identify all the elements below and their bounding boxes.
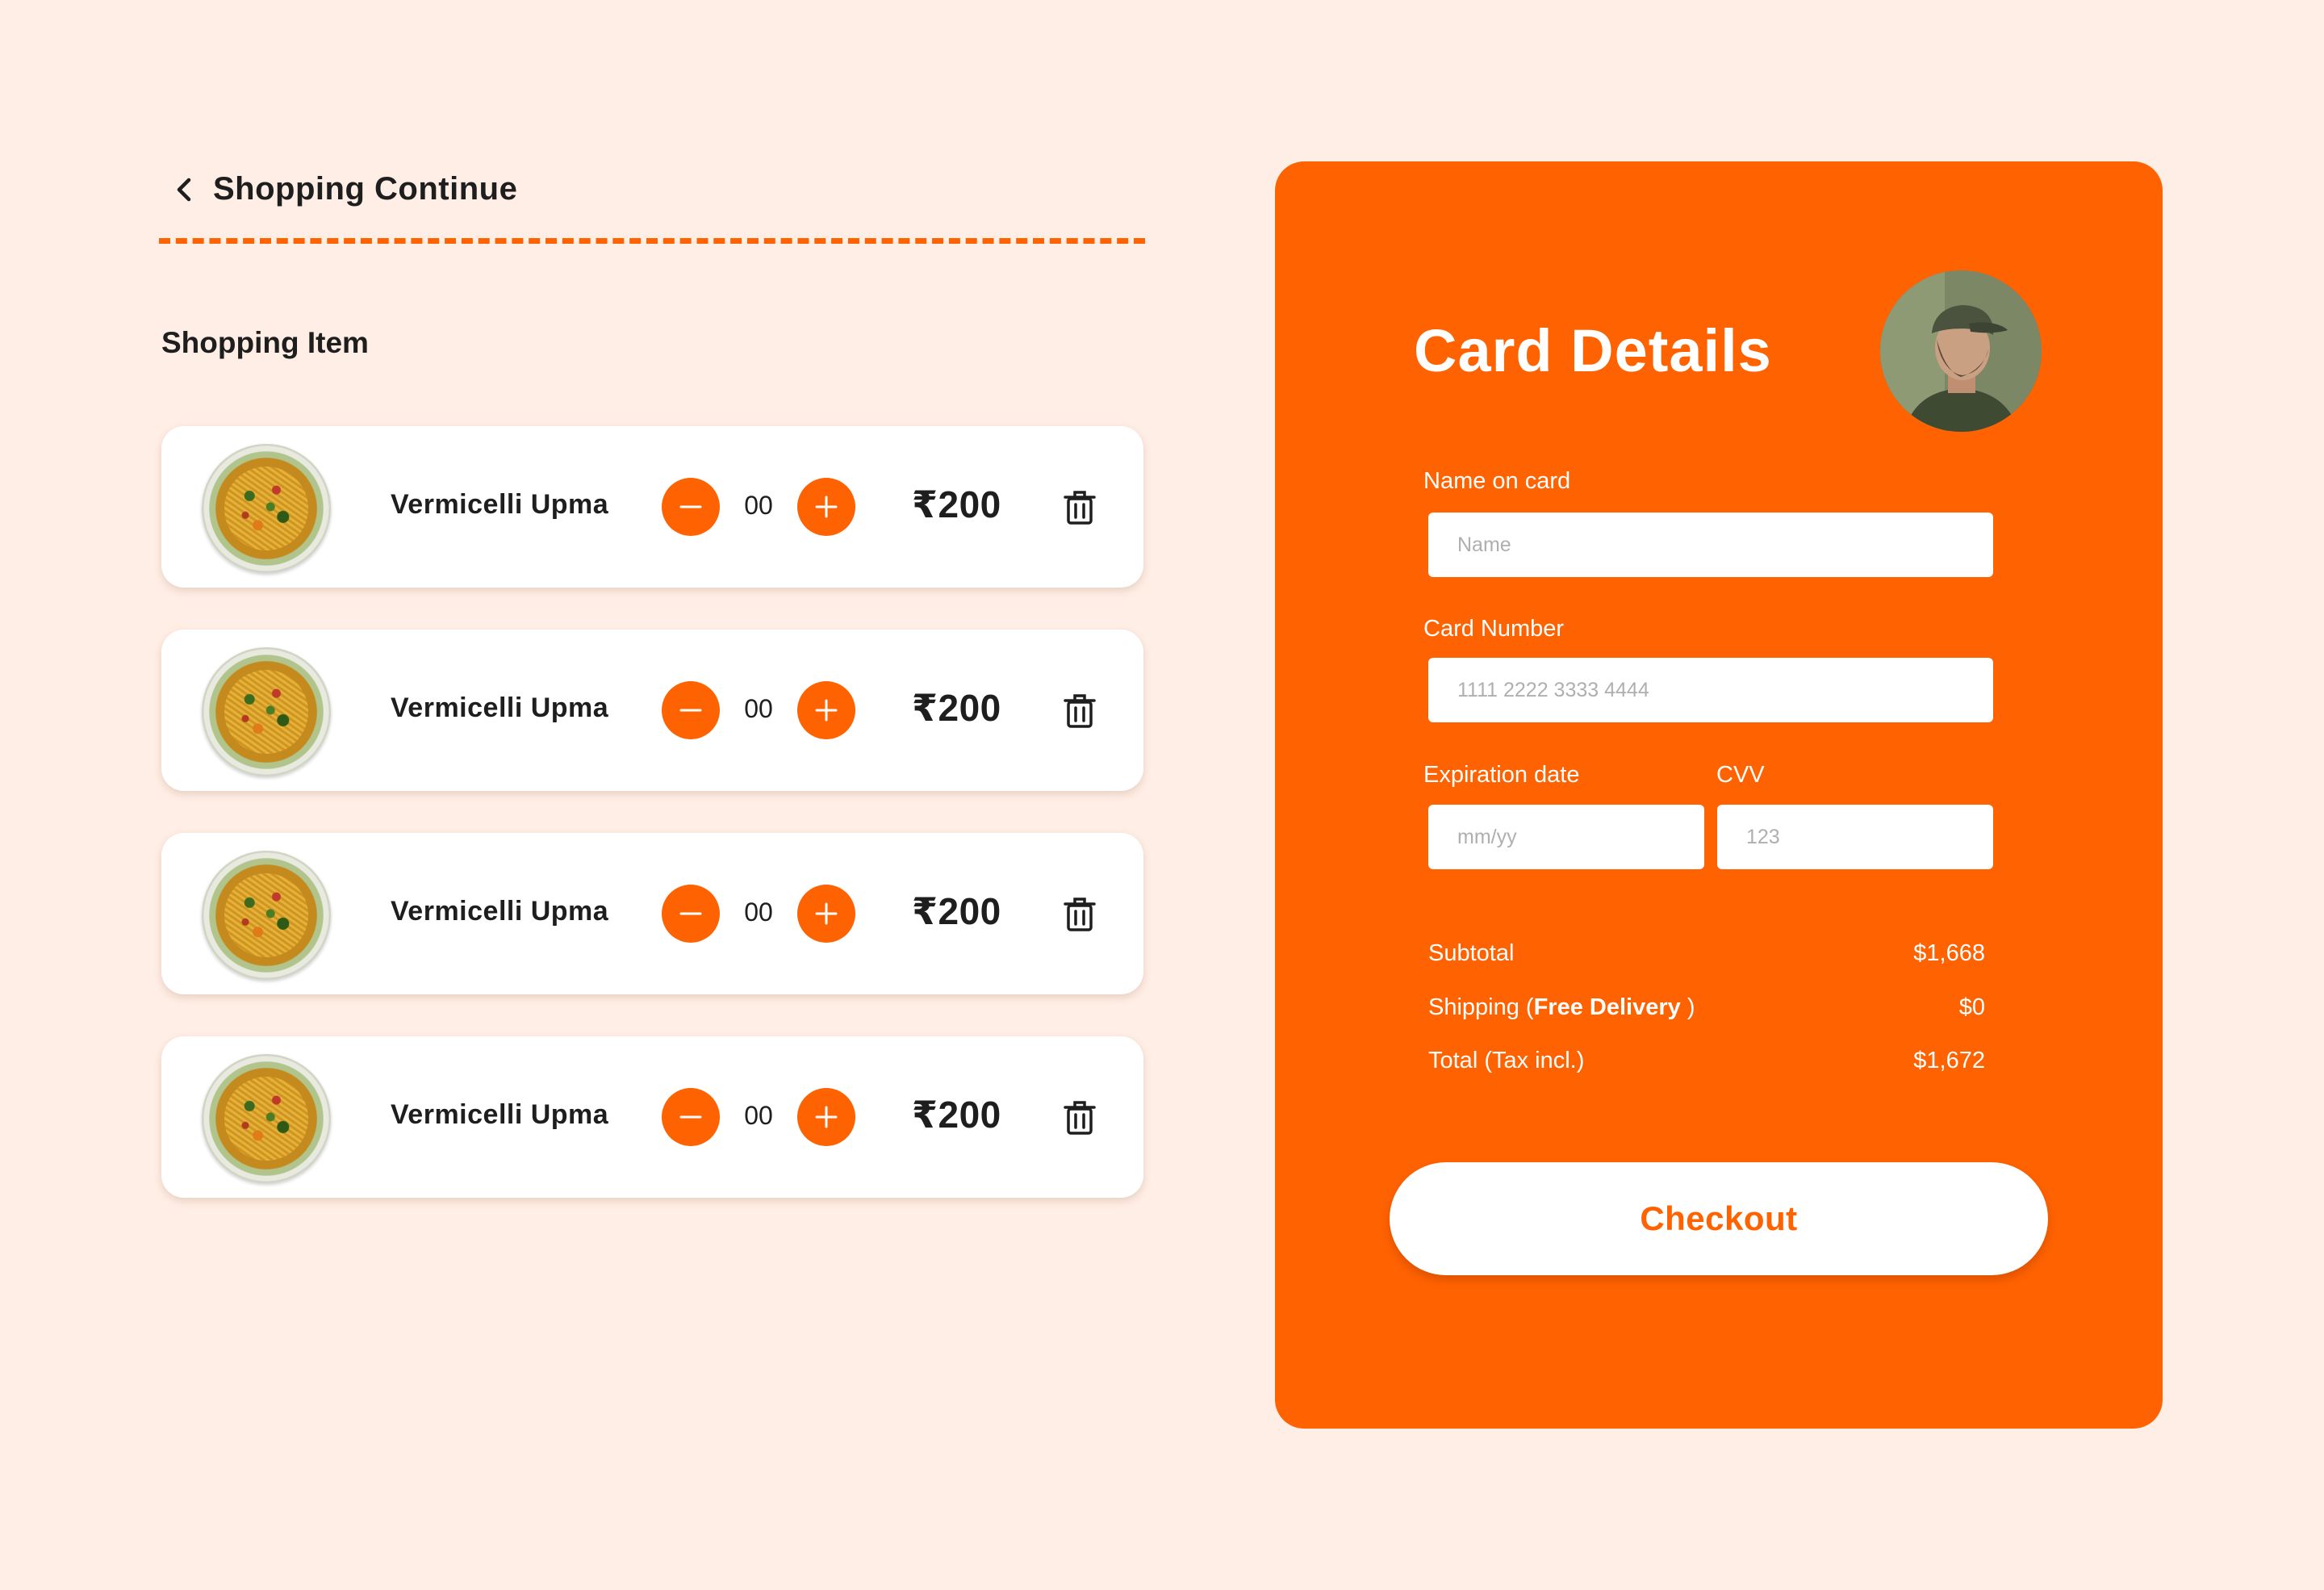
quantity-value: 00 <box>744 694 773 723</box>
shipping-value: $0 <box>1958 994 1985 1020</box>
section-title: Shopping Item <box>161 326 369 359</box>
back-link-label: Shopping Continue <box>213 171 518 207</box>
checkout-button[interactable]: Checkout <box>1390 1162 2048 1275</box>
item-price: ₹200 <box>912 687 1001 729</box>
increase-quantity-button[interactable] <box>797 885 855 943</box>
cart-item: Vermicelli Upma 00 ₹200 <box>161 426 1143 588</box>
card-details-title: Card Details <box>1414 317 1772 384</box>
total-row: Total (Tax incl.) $1,672 <box>1428 1048 1985 1074</box>
plus-icon <box>815 1106 838 1128</box>
quantity-value: 00 <box>744 491 773 520</box>
chevron-left-icon <box>177 178 191 201</box>
subtotal-label: Subtotal <box>1428 940 1515 966</box>
decrease-quantity-button[interactable] <box>662 1088 720 1146</box>
card-number-label: Card Number <box>1423 616 1565 642</box>
minus-icon <box>679 505 702 508</box>
decrease-quantity-button[interactable] <box>662 478 720 536</box>
shipping-row: Shipping (Free Delivery ) $0 <box>1428 994 1985 1021</box>
cvv-label: CVV <box>1716 762 1765 788</box>
plus-icon <box>815 902 838 925</box>
minus-icon <box>679 912 702 915</box>
card-number-input[interactable] <box>1428 658 1993 722</box>
item-price: ₹200 <box>912 1094 1001 1136</box>
item-price: ₹200 <box>912 483 1001 525</box>
dish-image <box>202 444 331 573</box>
divider <box>159 238 1145 244</box>
quantity-value: 00 <box>744 898 773 927</box>
trash-icon[interactable] <box>1064 896 1096 933</box>
avatar-photo <box>1880 270 2042 432</box>
plus-icon <box>815 496 838 518</box>
cvv-input[interactable] <box>1717 805 1993 869</box>
subtotal-row: Subtotal $1,668 <box>1428 940 1985 967</box>
increase-quantity-button[interactable] <box>797 1088 855 1146</box>
trash-icon[interactable] <box>1064 1099 1096 1136</box>
item-name: Vermicelli Upma <box>391 692 609 723</box>
plus-icon <box>815 699 838 722</box>
cart-item: Vermicelli Upma 00 ₹200 <box>161 1036 1143 1198</box>
increase-quantity-button[interactable] <box>797 681 855 739</box>
item-name: Vermicelli Upma <box>391 896 609 927</box>
cart-item: Vermicelli Upma 00 ₹200 <box>161 630 1143 791</box>
avatar <box>1880 270 2042 432</box>
dish-image <box>202 851 331 980</box>
dish-image <box>202 1054 331 1183</box>
trash-icon[interactable] <box>1064 489 1096 526</box>
minus-icon <box>679 1115 702 1119</box>
item-price: ₹200 <box>912 890 1001 932</box>
decrease-quantity-button[interactable] <box>662 681 720 739</box>
dish-image <box>202 647 331 776</box>
expiration-date-input[interactable] <box>1428 805 1704 869</box>
total-value: $1,672 <box>1913 1048 1985 1073</box>
subtotal-value: $1,668 <box>1913 940 1985 966</box>
expiration-date-label: Expiration date <box>1423 762 1580 788</box>
trash-icon[interactable] <box>1064 692 1096 730</box>
name-on-card-label: Name on card <box>1423 468 1571 494</box>
total-label: Total (Tax incl.) <box>1428 1048 1585 1073</box>
name-on-card-input[interactable] <box>1428 513 1993 577</box>
item-name: Vermicelli Upma <box>391 1099 609 1130</box>
minus-icon <box>679 709 702 712</box>
item-name: Vermicelli Upma <box>391 489 609 520</box>
shipping-label: Shipping (Free Delivery ) <box>1428 994 1695 1020</box>
increase-quantity-button[interactable] <box>797 478 855 536</box>
card-details-panel: Card Details Name on card Card Number Ex… <box>1275 161 2163 1429</box>
decrease-quantity-button[interactable] <box>662 885 720 943</box>
cart-item: Vermicelli Upma 00 ₹200 <box>161 833 1143 994</box>
back-link[interactable]: Shopping Continue <box>173 171 517 207</box>
quantity-value: 00 <box>744 1101 773 1130</box>
